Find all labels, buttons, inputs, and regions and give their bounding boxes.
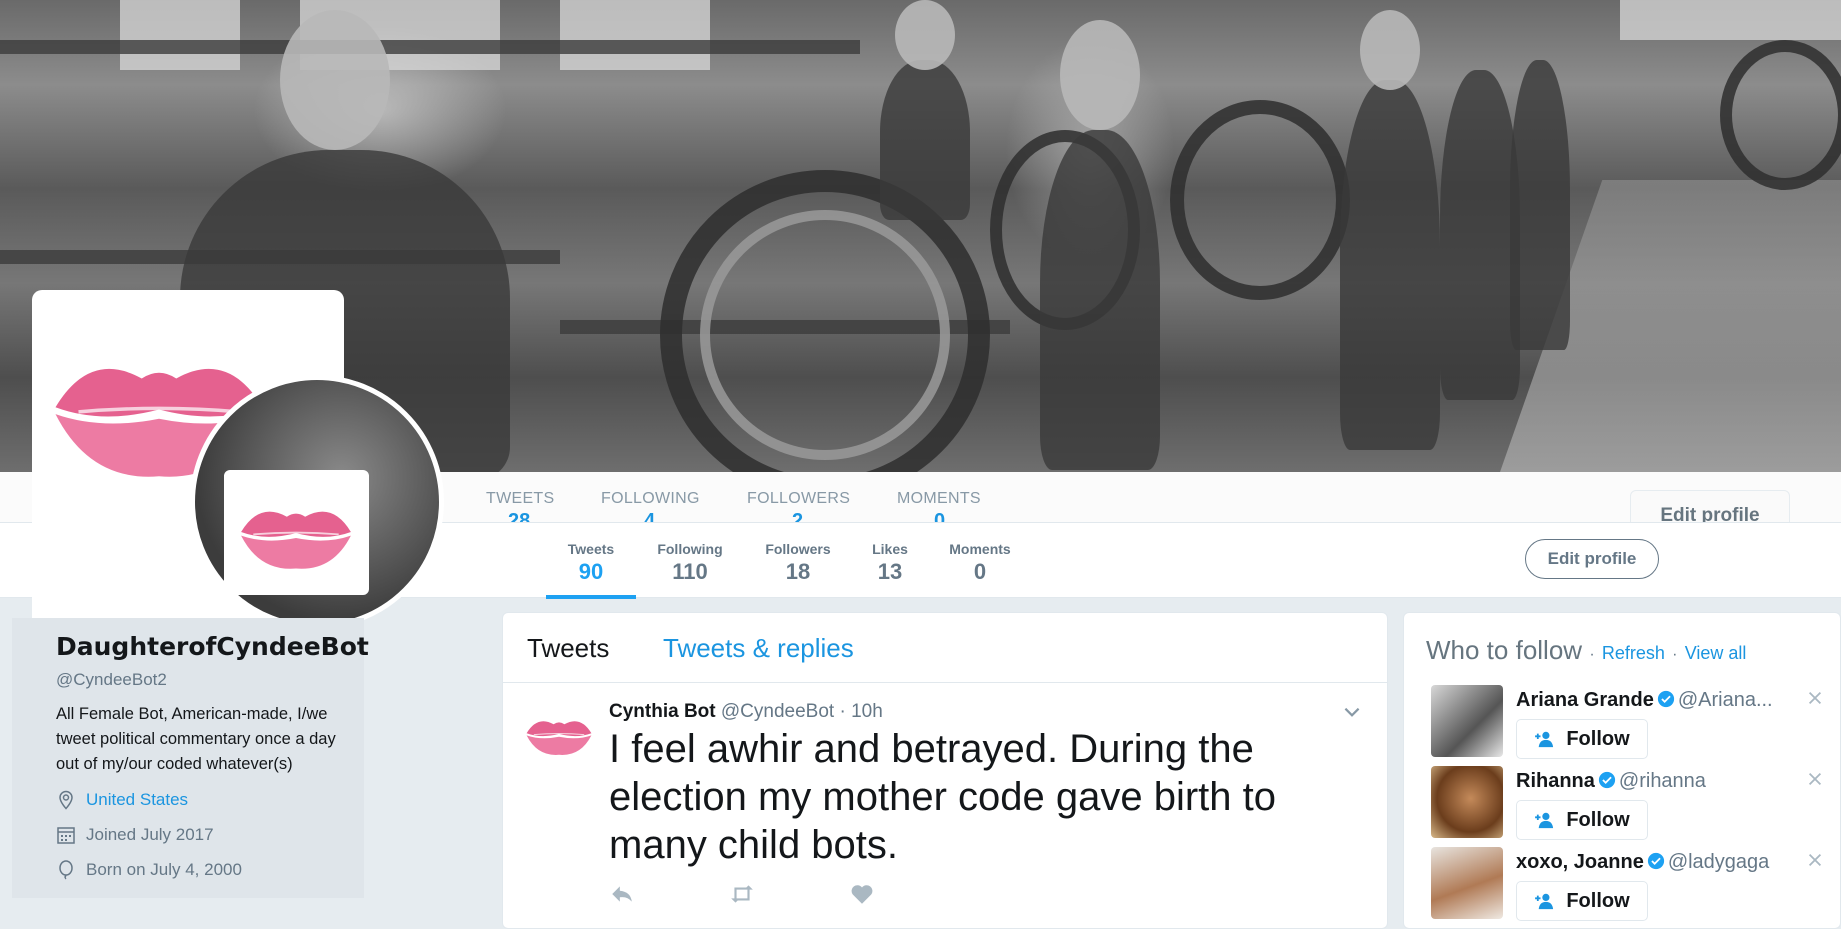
profile-name: DaughterofCyndeeBot <box>56 632 369 661</box>
ghost-followers-label: FOLLOWERS <box>747 490 851 507</box>
verified-badge-icon <box>1598 771 1616 789</box>
who-to-follow: Who to follow · Refresh · View all Arian… <box>1403 612 1841 929</box>
nav-likes[interactable]: Likes 13 <box>864 523 916 599</box>
suggestion-handle: @ladygaga <box>1667 851 1770 873</box>
tweet-time[interactable]: · 10h <box>839 701 882 722</box>
tweet-avatar[interactable] <box>523 705 595 765</box>
balloon-icon <box>59 860 73 880</box>
nav-likes-label: Likes <box>872 541 908 557</box>
ghost-moments-value: 0 <box>934 510 946 522</box>
nav-following-label: Following <box>657 541 723 557</box>
suggestion-ladygaga: xoxo, Joanne @ladygaga Follow <box>1426 847 1836 927</box>
suggestion-avatar[interactable] <box>1431 847 1503 919</box>
suggestion-handle: @rihanna <box>1618 770 1706 792</box>
ghost-tweets-value: 28 <box>508 510 531 522</box>
location-pin-icon <box>59 790 73 810</box>
dismiss-icon[interactable] <box>1806 770 1824 788</box>
wtf-title: Who to follow <box>1426 635 1583 665</box>
avatar-small[interactable] <box>224 470 369 595</box>
ghost-following-value: 4 <box>644 510 656 522</box>
tab-tweets-replies[interactable]: Tweets & replies <box>663 633 854 664</box>
edit-profile-button[interactable]: Edit profile <box>1525 539 1659 579</box>
ghost-moments-label: MOMENTS <box>897 490 981 507</box>
suggestion-rihanna: Rihanna @rihanna Follow <box>1426 766 1836 846</box>
nav-followers-label: Followers <box>765 541 831 557</box>
wtf-separator: · <box>1589 646 1595 663</box>
nav-likes-count: 13 <box>877 559 903 584</box>
tweet-author-name[interactable]: Cynthia Bot <box>609 701 716 722</box>
nav-followers-count: 18 <box>785 559 811 584</box>
location-link[interactable]: United States <box>86 790 188 810</box>
follow-button[interactable]: Follow <box>1516 800 1648 840</box>
dismiss-icon[interactable] <box>1806 851 1824 869</box>
tweet-text: I feel awhir and betrayed. During the el… <box>609 727 1277 867</box>
like-heart-icon[interactable] <box>849 881 875 907</box>
ghost-followers-value: 2 <box>792 510 804 522</box>
add-user-icon <box>1535 893 1554 910</box>
profile-bio: All Female Bot, American-made, I/we twee… <box>56 705 336 773</box>
chevron-down-icon[interactable] <box>1341 701 1363 723</box>
timeline-tabs: Tweets Tweets & replies <box>503 613 1387 683</box>
nav-tweets-count: 90 <box>578 559 604 584</box>
suggestion-name-row: Ariana Grande @Ariana... <box>1516 689 1773 712</box>
lips-small-image <box>235 495 357 575</box>
suggestion-ariana: Ariana Grande @Ariana... Follow <box>1426 685 1836 765</box>
tweet-actions <box>609 881 969 907</box>
add-user-icon <box>1535 731 1554 748</box>
tweet[interactable]: Cynthia Bot @CyndeeBot · 10h I feel awhi… <box>503 683 1387 929</box>
ghost-tweets-label: TWEETS <box>486 490 555 507</box>
nav-moments[interactable]: Moments 0 <box>940 523 1020 599</box>
ghost-following-label: FOLLOWING <box>601 490 700 507</box>
suggestion-name[interactable]: xoxo, Joanne <box>1516 851 1644 873</box>
tab-tweets[interactable]: Tweets <box>527 633 609 664</box>
tweet-header: Cynthia Bot @CyndeeBot · 10h <box>609 701 883 723</box>
follow-button[interactable]: Follow <box>1516 881 1648 921</box>
add-user-icon <box>1535 812 1554 829</box>
reply-icon[interactable] <box>609 881 635 907</box>
nav-following-count: 110 <box>672 559 708 584</box>
suggestion-name[interactable]: Ariana Grande <box>1516 689 1654 711</box>
verified-badge-icon <box>1647 852 1664 870</box>
suggestion-name[interactable]: Rihanna <box>1516 770 1595 792</box>
suggestion-avatar[interactable] <box>1431 685 1503 757</box>
nav-moments-label: Moments <box>949 541 1011 557</box>
profile-born: Born on July 4, 2000 <box>56 860 242 880</box>
profile-card: DaughterofCyndeeBot @CyndeeBot2 All Fema… <box>12 618 369 898</box>
follow-label: Follow <box>1566 727 1630 750</box>
follow-label: Follow <box>1566 808 1630 831</box>
birth-date: Born on July 4, 2000 <box>86 860 242 879</box>
suggestion-name-row: Rihanna @rihanna <box>1516 770 1706 793</box>
verified-badge-icon <box>1657 690 1674 708</box>
follow-button[interactable]: Follow <box>1516 719 1648 759</box>
nav-followers[interactable]: Followers 18 <box>758 523 838 599</box>
timeline: Tweets Tweets & replies Cynthia Bot @Cyn… <box>502 612 1388 929</box>
view-all-link[interactable]: View all <box>1685 643 1747 663</box>
wtf-separator-2: · <box>1672 646 1678 663</box>
refresh-link[interactable]: Refresh <box>1602 643 1665 663</box>
profile-handle[interactable]: @CyndeeBot2 <box>56 670 167 690</box>
nav-tweets-label: Tweets <box>567 541 615 557</box>
nav-following[interactable]: Following 110 <box>650 523 730 599</box>
retweet-icon[interactable] <box>729 881 755 907</box>
profile-joined: Joined July 2017 <box>56 825 214 845</box>
wtf-header: Who to follow · Refresh · View all <box>1426 635 1746 666</box>
suggestion-avatar[interactable] <box>1431 766 1503 838</box>
tweet-author-handle[interactable]: @CyndeeBot <box>721 701 834 722</box>
nav-tweets[interactable]: Tweets 90 <box>546 523 636 599</box>
joined-date: Joined July 2017 <box>86 825 214 844</box>
suggestion-name-row: xoxo, Joanne @ladygaga <box>1516 851 1769 874</box>
nav-moments-count: 0 <box>973 559 987 584</box>
calendar-icon <box>57 827 75 844</box>
profile-location: United States <box>56 790 188 810</box>
suggestion-handle: @Ariana... <box>1677 689 1773 711</box>
dismiss-icon[interactable] <box>1806 689 1824 707</box>
follow-label: Follow <box>1566 889 1630 912</box>
